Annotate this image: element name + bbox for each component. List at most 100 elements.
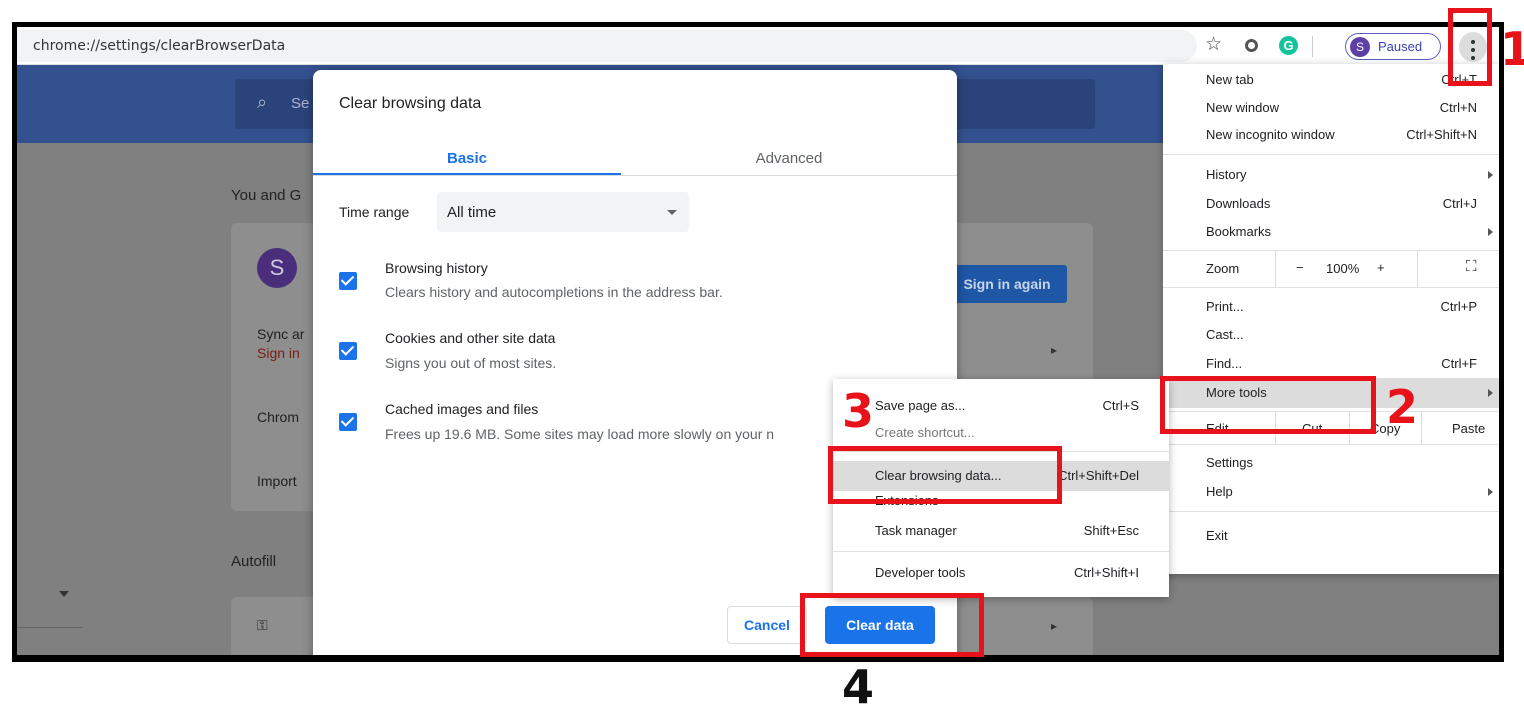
- bookmark-star-icon[interactable]: ☆: [1205, 33, 1222, 56]
- menu-item-create-shortcut: Create shortcut...: [833, 419, 1169, 447]
- tab-divider: [313, 175, 957, 176]
- sidebar-divider: [17, 627, 83, 628]
- zoom-label: Zoom: [1206, 261, 1240, 276]
- sync-label[interactable]: Sync ar: [257, 326, 304, 342]
- highlight-box-clear-browsing: [828, 446, 1062, 504]
- menu-item-zoom: Zoom − 100% + ⛶: [1163, 251, 1499, 287]
- highlight-box-menu-button: [1448, 8, 1492, 86]
- row-arrow-icon: ▸: [1051, 619, 1058, 633]
- menu-item-downloads[interactable]: Downloads Ctrl+J: [1163, 191, 1499, 217]
- menu-item-shortcut: Ctrl+Shift+N: [1406, 127, 1477, 142]
- browser-window: chrome://settings/clearBrowserData ☆ G S…: [12, 22, 1504, 662]
- submenu-arrow-icon: [1488, 488, 1493, 496]
- chevron-down-icon: [667, 210, 677, 215]
- browsing-history-title: Browsing history: [385, 260, 488, 276]
- submenu-arrow-icon: [1488, 389, 1493, 397]
- menu-item-settings[interactable]: Settings: [1163, 450, 1499, 476]
- menu-item-cast[interactable]: Cast...: [1163, 322, 1499, 348]
- menu-item-print[interactable]: Print... Ctrl+P: [1163, 294, 1499, 320]
- cancel-button[interactable]: Cancel: [727, 606, 807, 644]
- highlight-box-clear-data: [800, 593, 984, 657]
- menu-item-shortcut: Ctrl+Shift+Del: [1058, 468, 1139, 483]
- chrome-main-menu: New tab Ctrl+T New window Ctrl+N New incog…: [1163, 64, 1499, 574]
- search-icon: ⌕: [257, 92, 268, 112]
- menu-item-label: New incognito window: [1206, 127, 1335, 142]
- menu-item-new-window[interactable]: New window Ctrl+N: [1163, 95, 1499, 121]
- menu-item-new-incognito[interactable]: New incognito window Ctrl+Shift+N: [1163, 122, 1499, 148]
- tab-basic[interactable]: Basic: [313, 140, 621, 176]
- menu-item-label: Bookmarks: [1206, 224, 1272, 239]
- menu-item-history[interactable]: History: [1163, 162, 1499, 188]
- toolbar-divider: [1312, 36, 1313, 57]
- browsing-history-desc: Clears history and autocompletions in th…: [385, 284, 723, 300]
- step-number-3: 3: [842, 384, 875, 438]
- extension-icon[interactable]: [1245, 39, 1258, 52]
- section-title-you: You and G: [231, 187, 302, 204]
- step-number-2: 2: [1386, 380, 1419, 434]
- menu-divider: [833, 551, 1169, 552]
- browser-toolbar: chrome://settings/clearBrowserData ☆ G S…: [17, 27, 1499, 65]
- tutorial-screenshot: chrome://settings/clearBrowserData ☆ G S…: [0, 0, 1524, 710]
- import-label[interactable]: Import: [257, 473, 297, 489]
- chevron-down-icon[interactable]: [59, 591, 69, 597]
- paste-label: Paste: [1452, 421, 1486, 436]
- menu-item-bookmarks[interactable]: Bookmarks: [1163, 219, 1499, 245]
- time-range-label: Time range: [339, 204, 410, 220]
- fullscreen-icon: ⛶: [1466, 258, 1477, 275]
- menu-item-label: New tab: [1206, 72, 1254, 87]
- menu-divider: [1163, 511, 1499, 512]
- menu-divider: [1163, 154, 1499, 155]
- avatar: S: [257, 248, 297, 288]
- menu-item-task-manager[interactable]: Task manager Shift+Esc: [833, 517, 1169, 545]
- menu-item-save-page[interactable]: Save page as... Ctrl+S: [833, 392, 1169, 420]
- dialog-title: Clear browsing data: [339, 95, 482, 112]
- zoom-plus-label: +: [1377, 260, 1385, 275]
- menu-item-shortcut: Ctrl+Shift+I: [1073, 565, 1139, 580]
- key-icon: ⚿: [257, 617, 268, 633]
- sign-in-link[interactable]: Sign in: [257, 345, 300, 361]
- fullscreen-button[interactable]: ⛶: [1417, 251, 1499, 287]
- submenu-arrow-icon: [1488, 171, 1493, 179]
- menu-item-label: Downloads: [1206, 196, 1271, 211]
- menu-item-label: New window: [1206, 100, 1279, 115]
- tab-basic-label: Basic: [446, 150, 488, 167]
- menu-item-label: Cast...: [1206, 327, 1244, 342]
- menu-item-label: Exit: [1206, 528, 1228, 543]
- row-arrow-icon: ▸: [1051, 343, 1058, 357]
- menu-item-shortcut: Ctrl+N: [1439, 100, 1477, 115]
- menu-item-exit[interactable]: Exit: [1163, 523, 1499, 549]
- paste-button[interactable]: Paste: [1421, 412, 1499, 444]
- menu-item-label: Help: [1206, 484, 1233, 499]
- chrome-name-label[interactable]: Chrom: [257, 409, 299, 425]
- section-title-autofill: Autofill: [231, 553, 277, 570]
- cookies-title: Cookies and other site data: [385, 330, 556, 346]
- cached-images-checkbox[interactable]: [339, 413, 357, 431]
- time-range-select[interactable]: All time: [437, 192, 689, 232]
- settings-search-placeholder: Se: [291, 95, 310, 112]
- menu-item-label: Task manager: [875, 523, 957, 538]
- cookies-desc: Signs you out of most sites.: [385, 355, 557, 371]
- browsing-history-checkbox[interactable]: [339, 272, 357, 290]
- zoom-out-button[interactable]: −: [1275, 251, 1325, 287]
- address-bar[interactable]: chrome://settings/clearBrowserData: [17, 30, 1197, 62]
- zoom-in-button[interactable]: +: [1371, 251, 1417, 287]
- menu-divider: [1163, 287, 1499, 288]
- menu-item-find[interactable]: Find... Ctrl+F: [1163, 351, 1499, 377]
- menu-item-developer-tools[interactable]: Developer tools Ctrl+Shift+I: [833, 559, 1169, 587]
- zoom-value: 100%: [1326, 261, 1360, 276]
- menu-item-help[interactable]: Help: [1163, 479, 1499, 505]
- tab-advanced-label: Advanced: [755, 150, 823, 167]
- cookies-checkbox[interactable]: [339, 342, 357, 360]
- menu-item-label: Save page as...: [875, 398, 966, 413]
- grammarly-icon[interactable]: G: [1279, 36, 1298, 55]
- step-number-4: 4: [842, 660, 875, 710]
- address-url: chrome://settings/clearBrowserData: [33, 38, 286, 54]
- tab-advanced[interactable]: Advanced: [621, 140, 957, 176]
- sign-in-again-button[interactable]: Sign in again: [947, 265, 1067, 303]
- menu-item-shortcut: Ctrl+F: [1441, 356, 1477, 371]
- highlight-box-more-tools: [1160, 376, 1376, 434]
- menu-item-label: Create shortcut...: [875, 425, 975, 440]
- profile-button[interactable]: S Paused: [1345, 33, 1441, 60]
- menu-item-label: Find...: [1206, 356, 1243, 371]
- step-number-1: 1: [1500, 22, 1524, 76]
